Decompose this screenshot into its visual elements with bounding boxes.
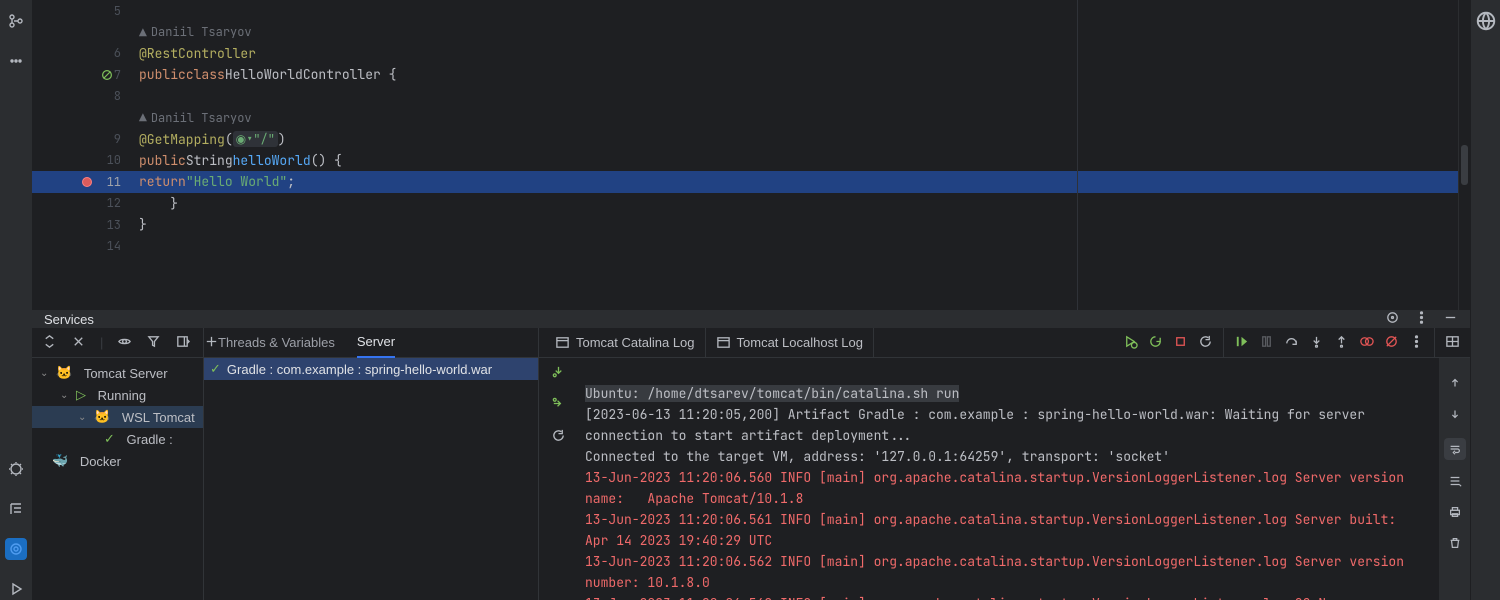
gutter-line[interactable]: 14	[32, 235, 137, 256]
ring-icon	[100, 68, 114, 82]
rerun-icon[interactable]	[1123, 334, 1138, 352]
tree-tomcat-server[interactable]: ⌄🐱 Tomcat Server	[32, 362, 203, 384]
code-line[interactable]	[137, 86, 1458, 107]
tree-running[interactable]: ⌄▷ Running	[32, 384, 203, 406]
gutter-line[interactable]: 5	[32, 0, 137, 21]
globe-icon[interactable]	[1475, 10, 1497, 32]
pause-icon[interactable]	[1259, 334, 1274, 352]
log-sync-down-icon[interactable]	[551, 364, 566, 382]
log-print-icon[interactable]	[1448, 505, 1462, 522]
code-line[interactable]: ▲Daniil Tsaryov	[137, 107, 1458, 128]
services-icon[interactable]	[5, 538, 27, 560]
services-title: Services	[44, 312, 94, 327]
code-line[interactable]: return "Hello World";	[137, 171, 1458, 192]
tab-localhost-log[interactable]: Tomcat Localhost Log	[716, 328, 863, 358]
console-output[interactable]: Ubuntu: /home/dtsarev/tomcat/bin/catalin…	[577, 358, 1438, 600]
eye-icon[interactable]	[117, 334, 132, 352]
code-line[interactable]: }	[137, 214, 1458, 235]
gutter-line[interactable]: 9	[32, 128, 137, 149]
log-up-icon[interactable]	[1448, 376, 1462, 393]
step-into-icon[interactable]	[1309, 334, 1324, 352]
mute-breakpoints-icon[interactable]	[1384, 334, 1399, 352]
gutter-line[interactable]: 7	[32, 64, 137, 85]
tree-docker[interactable]: 🐳 Docker	[32, 450, 203, 472]
code-editor[interactable]: 567891011121314 ▲Daniil Tsaryov@RestCont…	[32, 0, 1470, 310]
right-tool-rail	[1470, 0, 1500, 600]
log-trash-icon[interactable]	[1448, 536, 1462, 553]
tab-server[interactable]: Server	[357, 328, 395, 358]
resume-icon[interactable]	[1234, 334, 1249, 352]
gutter-line[interactable]: 13	[32, 214, 137, 235]
code-line[interactable]: ▲Daniil Tsaryov	[137, 21, 1458, 42]
minimize-icon[interactable]	[1443, 310, 1458, 328]
layout-icon[interactable]	[1445, 334, 1460, 352]
group-icon[interactable]	[175, 334, 190, 352]
left-tool-rail	[0, 0, 32, 600]
editor-scrollbar[interactable]	[1458, 0, 1470, 310]
tree-wsl-tomcat[interactable]: ⌄🐱 WSL Tomcat	[32, 406, 203, 428]
log-scroll-icon[interactable]	[1448, 474, 1462, 491]
gutter-line[interactable]: 11	[32, 171, 137, 192]
more-icon[interactable]	[5, 50, 27, 72]
vcs-icon[interactable]	[5, 10, 27, 32]
code-line[interactable]: public class HelloWorldController {	[137, 64, 1458, 85]
artifact-row[interactable]: ✓Gradle : com.example : spring-hello-wor…	[204, 358, 538, 380]
code-line[interactable]: @RestController	[137, 43, 1458, 64]
code-line[interactable]: public String helloWorld() {	[137, 150, 1458, 171]
tab-threads-variables[interactable]: Threads & Variables	[218, 328, 335, 358]
gutter-line[interactable]: 6	[32, 43, 137, 64]
stop-icon[interactable]	[1173, 334, 1188, 352]
debug-icon[interactable]	[5, 458, 27, 480]
services-panel-header: Services	[32, 310, 1470, 328]
step-out-icon[interactable]	[1334, 334, 1349, 352]
log-down-icon[interactable]	[1448, 407, 1462, 424]
log-sync-right-icon[interactable]	[551, 396, 566, 414]
filter-icon[interactable]	[146, 334, 161, 352]
log-refresh-icon[interactable]	[551, 428, 566, 446]
log-toolbar: Tomcat Catalina Log Tomcat Localhost Log	[539, 328, 1470, 358]
expand-collapse-icon[interactable]	[42, 334, 57, 352]
services-log-column: Tomcat Catalina Log Tomcat Localhost Log	[539, 328, 1470, 600]
target-icon[interactable]	[1385, 310, 1400, 328]
restart-icon[interactable]	[1198, 334, 1213, 352]
code-line[interactable]	[137, 0, 1458, 21]
gutter-line[interactable]: 8	[32, 86, 137, 107]
close-icon[interactable]	[71, 334, 86, 352]
code-line[interactable]	[137, 235, 1458, 256]
tree-gradle-artifact[interactable]: ✓ Gradle :	[32, 428, 203, 450]
tab-catalina-log[interactable]: Tomcat Catalina Log	[555, 328, 695, 358]
breakpoint-icon[interactable]	[82, 177, 92, 187]
more-actions-icon[interactable]	[1409, 334, 1424, 352]
editor-column-guide	[1077, 0, 1078, 310]
log-wrap-icon[interactable]	[1444, 438, 1466, 460]
structure-icon[interactable]	[5, 498, 27, 520]
code-line[interactable]: @GetMapping(◉▾"/")	[137, 128, 1458, 149]
gutter-line[interactable]: 10	[32, 150, 137, 171]
run-icon[interactable]	[5, 578, 27, 600]
code-line[interactable]: }	[137, 193, 1458, 214]
step-over-icon[interactable]	[1284, 334, 1299, 352]
update-icon[interactable]	[1148, 334, 1163, 352]
gutter-line[interactable]	[32, 107, 137, 128]
services-tree-column: | ⌄🐱 Tomcat Server ⌄▷ Running ⌄🐱 WSL Tom…	[32, 328, 204, 600]
options-icon[interactable]	[1414, 310, 1429, 328]
gutter-line[interactable]	[32, 21, 137, 42]
services-artifact-column: Threads & Variables Server ✓Gradle : com…	[204, 328, 539, 600]
breakpoints-icon[interactable]	[1359, 334, 1374, 352]
gutter-line[interactable]: 12	[32, 193, 137, 214]
